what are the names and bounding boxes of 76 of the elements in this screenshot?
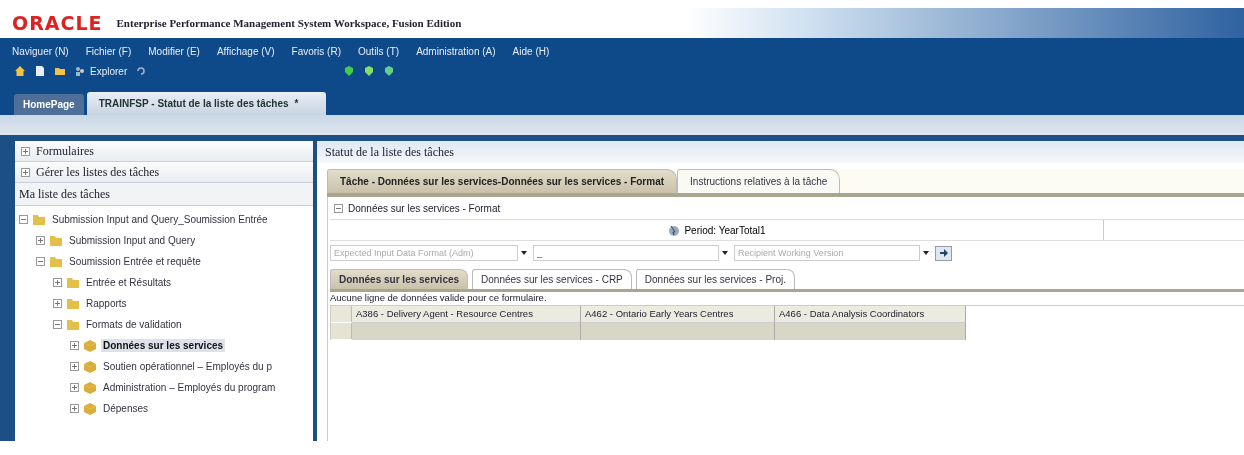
modified-mark: * bbox=[294, 98, 299, 109]
tree-toggle-icon[interactable] bbox=[53, 278, 62, 287]
refresh-icon[interactable] bbox=[135, 65, 148, 77]
menu-item[interactable]: Affichage (V) bbox=[216, 45, 275, 57]
menu-item[interactable]: Outils (T) bbox=[358, 45, 400, 57]
form-tab[interactable]: Données sur les services - CRP bbox=[472, 269, 632, 289]
menu-item[interactable]: Modifier (E) bbox=[148, 45, 200, 57]
tree-item[interactable]: Soutien opérationnel – Employés du p bbox=[101, 360, 274, 373]
menu-item[interactable]: Administration (A) bbox=[416, 45, 496, 57]
caret-icon bbox=[521, 251, 527, 255]
section-title: Données sur les services - Format bbox=[348, 202, 501, 214]
explorer-button[interactable]: Explorer bbox=[74, 65, 128, 77]
form-tab[interactable]: Données sur les services - Proj. bbox=[635, 269, 795, 289]
tree-toggle-icon[interactable] bbox=[70, 341, 79, 350]
people-icon bbox=[74, 65, 86, 77]
folder-icon bbox=[66, 317, 80, 332]
panel-title: Statut de la liste des tâches bbox=[317, 141, 1244, 163]
accordion-header[interactable]: Formulaires bbox=[15, 141, 313, 162]
tree-toggle-icon[interactable] bbox=[36, 257, 45, 266]
caret-icon bbox=[923, 251, 929, 255]
corner-cell bbox=[331, 306, 352, 322]
tree-toggle-icon[interactable] bbox=[70, 362, 79, 371]
app-title: Enterprise Performance Management System Workspace, Fusion Edition bbox=[116, 17, 462, 29]
shield-icon[interactable] bbox=[363, 65, 376, 77]
tree-item[interactable]: Entrée et Résultats bbox=[84, 276, 174, 289]
tree-item[interactable]: Dépenses bbox=[101, 402, 151, 415]
task-tab[interactable]: Instructions relatives à la tâche bbox=[677, 169, 841, 193]
folder-icon bbox=[49, 233, 63, 248]
column-header: A466 - Data Analysis Coordinators bbox=[775, 306, 966, 323]
expand-icon bbox=[21, 167, 30, 177]
menu-item[interactable]: Aide (H) bbox=[512, 45, 550, 57]
cube-icon bbox=[83, 380, 97, 395]
go-button[interactable] bbox=[935, 245, 952, 261]
tree-toggle-icon[interactable] bbox=[53, 320, 62, 329]
folder-icon bbox=[66, 275, 80, 290]
column-header: A462 - Ontario Early Years Centres bbox=[581, 306, 775, 323]
row-header bbox=[331, 323, 352, 339]
tree-toggle-icon[interactable] bbox=[53, 299, 62, 308]
tree-item[interactable]: Administration – Employés du program bbox=[101, 381, 278, 394]
collapse-icon[interactable] bbox=[334, 203, 343, 213]
tree-toggle-icon[interactable] bbox=[70, 383, 79, 392]
folder-icon bbox=[49, 254, 63, 269]
oracle-logo: ORACLE bbox=[12, 12, 103, 34]
tree-item[interactable]: Rapports bbox=[84, 297, 129, 310]
badge-icon[interactable] bbox=[343, 65, 356, 77]
tree-toggle-icon[interactable] bbox=[36, 236, 45, 245]
cube-icon bbox=[83, 401, 97, 416]
form-tab[interactable]: Données sur les services bbox=[330, 269, 469, 289]
column-header: A386 - Delivery Agent - Resource Centres bbox=[352, 306, 581, 323]
document-tab[interactable]: HomePage bbox=[14, 94, 84, 115]
menu-item[interactable]: Naviguer (N) bbox=[12, 45, 69, 57]
tree-item[interactable]: Soumission Entrée et requête bbox=[67, 255, 203, 268]
panel-title: Ma liste des tâches bbox=[15, 183, 313, 206]
period-label: Period: YearTotal1 bbox=[684, 224, 766, 236]
folder-icon[interactable] bbox=[54, 65, 66, 77]
tree-item[interactable]: Formats de validation bbox=[84, 318, 184, 331]
cube-icon bbox=[83, 338, 97, 353]
document-tab[interactable]: TRAINFSP - Statut de la liste des tâches * bbox=[86, 92, 327, 115]
expand-icon bbox=[21, 146, 30, 156]
folder-icon bbox=[32, 212, 46, 227]
tree-item[interactable]: Submission Input and Query bbox=[67, 234, 198, 247]
tree-toggle-icon[interactable] bbox=[19, 215, 28, 224]
home-icon[interactable] bbox=[14, 65, 26, 77]
arrow-icon bbox=[938, 248, 949, 258]
caret-icon bbox=[722, 251, 728, 255]
menu-item[interactable]: Fichier (F) bbox=[85, 45, 132, 57]
tree-item[interactable]: Données sur les services bbox=[101, 339, 226, 352]
cube-icon bbox=[83, 359, 97, 374]
menu-item[interactable]: Favoris (R) bbox=[291, 45, 341, 57]
tree-toggle-icon[interactable] bbox=[70, 404, 79, 413]
document-icon[interactable] bbox=[34, 65, 46, 77]
tree-item[interactable]: Submission Input and Query_Soumission Entrée bbox=[50, 213, 270, 226]
folder-icon bbox=[66, 296, 80, 311]
accordion-header[interactable]: Gérer les listes des tâches bbox=[15, 162, 313, 183]
task-tab[interactable]: Tâche - Données sur les services-Données sur les services - Format bbox=[327, 169, 678, 193]
info-message: Aucune ligne de données valide pour ce formulaire. bbox=[330, 292, 548, 305]
